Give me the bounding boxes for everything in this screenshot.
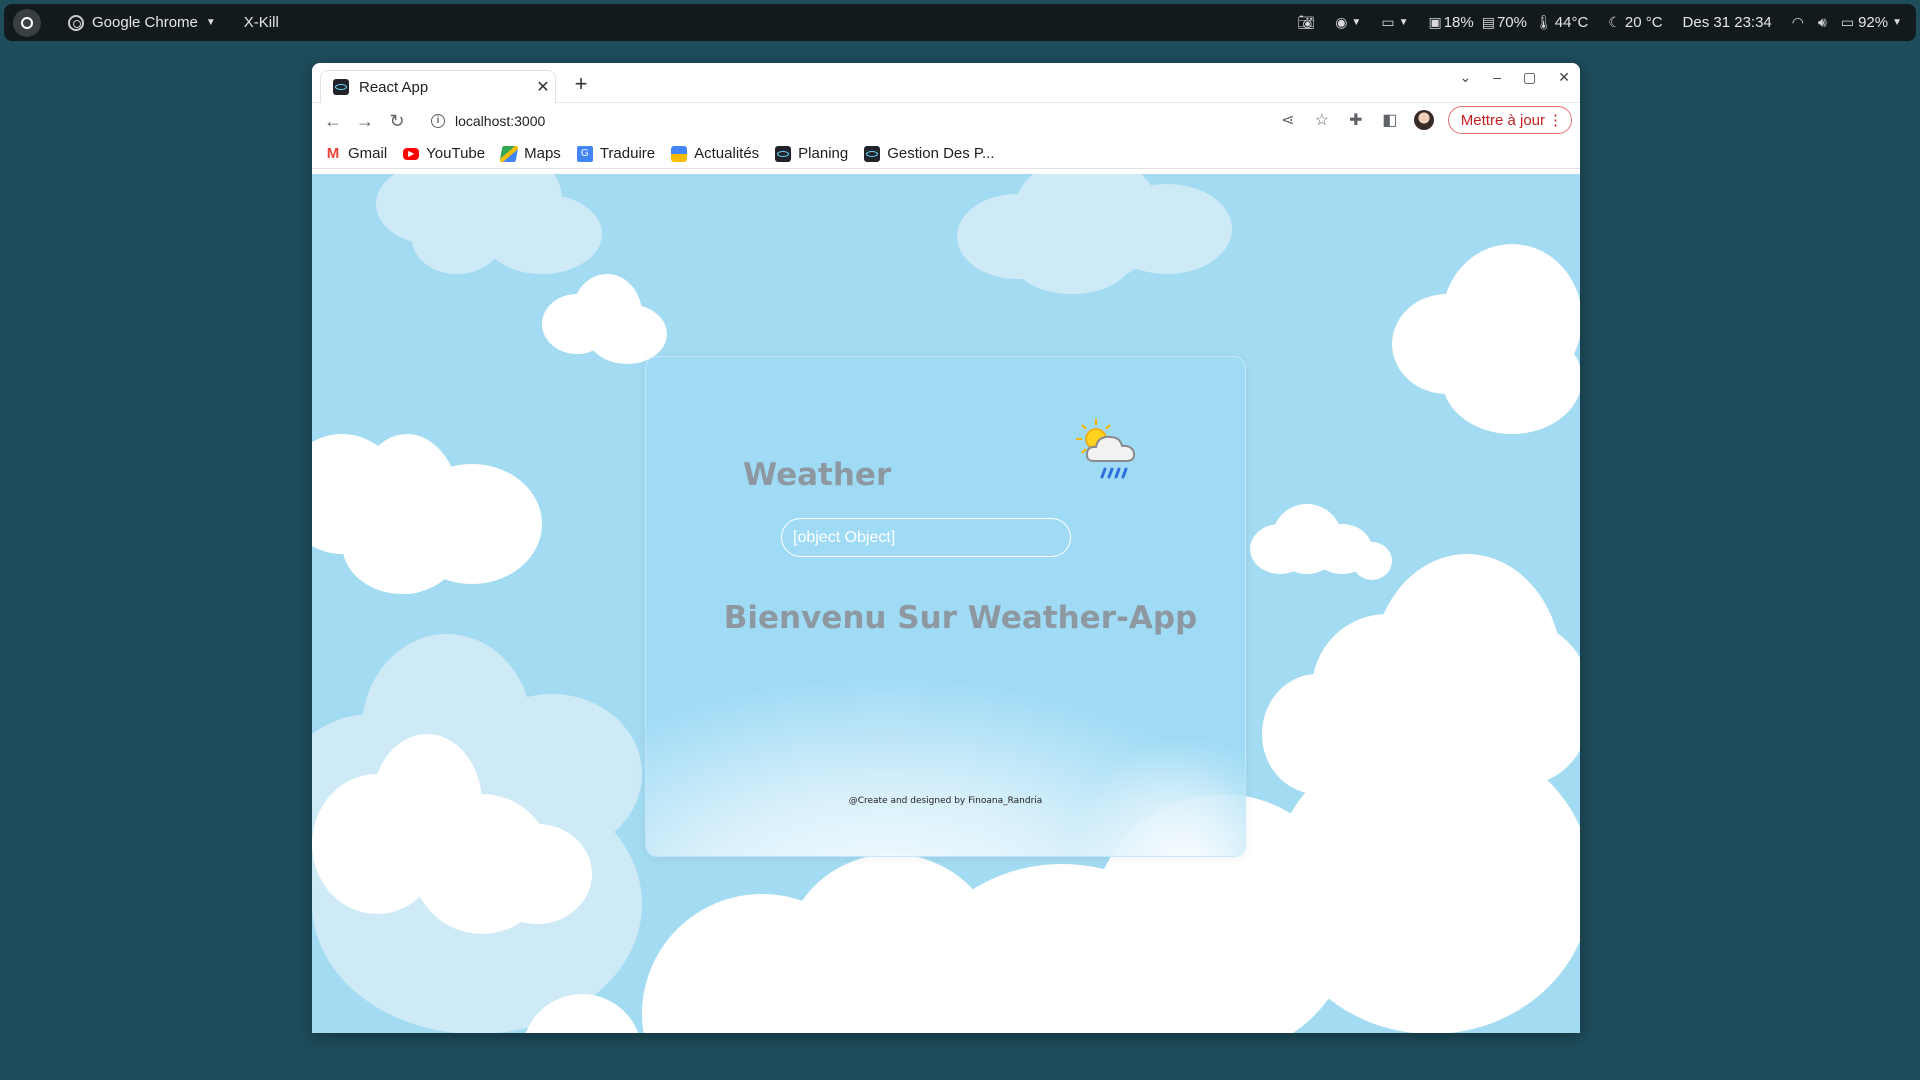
bookmark-star-icon[interactable]: ☆ xyxy=(1312,110,1332,130)
bookmark-label: Traduire xyxy=(599,145,656,162)
wifi-icon: ◠ xyxy=(1791,14,1804,30)
memory-usage: 70% xyxy=(1496,14,1527,31)
minimize-button[interactable]: – xyxy=(1493,69,1501,86)
bookmark-actualites[interactable]: Actualités xyxy=(671,145,759,162)
bookmark-gestion[interactable]: Gestion Des P... xyxy=(864,145,995,162)
maximize-button[interactable]: ▢ xyxy=(1523,69,1536,86)
react-icon xyxy=(864,145,881,162)
battery-level: 92% xyxy=(1858,14,1889,31)
volume-icon: 🔊︎ xyxy=(1818,14,1827,30)
bookmark-label: Maps xyxy=(524,145,561,162)
footer-credit: @Create and designed by Finoana_Randria xyxy=(848,796,1043,806)
chevron-down-icon: ▼ xyxy=(1351,17,1362,28)
close-window-button[interactable]: ✕ xyxy=(1558,69,1570,86)
welcome-message: Bienvenu Sur Weather-App xyxy=(723,600,1198,636)
page-title: Weather xyxy=(743,457,892,493)
close-tab-icon[interactable]: ✕ xyxy=(531,77,555,97)
gmail-icon: M xyxy=(326,144,340,162)
side-panel-icon[interactable]: ◧ xyxy=(1380,110,1400,130)
maps-icon xyxy=(499,145,519,162)
battery-icon: ▭ xyxy=(1840,14,1855,30)
clock[interactable]: Des 31 23:34 xyxy=(1683,14,1772,31)
chevron-down-icon: ▼ xyxy=(1892,17,1902,28)
weather-card: Weather Bienvenu xyxy=(645,356,1246,857)
screenshot-indicator[interactable]: 📷︎ xyxy=(1297,14,1315,31)
vpn-indicator[interactable]: ◉ ▼ xyxy=(1335,14,1361,31)
address-bar[interactable]: i localhost:3000 xyxy=(431,113,545,129)
cpu-temperature: 44°C xyxy=(1554,14,1589,31)
update-button-label: Mettre à jour xyxy=(1460,111,1545,129)
tab-search-icon[interactable]: ⌄ xyxy=(1460,69,1472,86)
clipboard-icon: ▭ xyxy=(1381,14,1395,30)
bookmark-label: Planing xyxy=(798,145,849,162)
app-name: Google Chrome xyxy=(92,14,198,31)
network-globe-icon: ◉ xyxy=(1335,14,1348,30)
status-menu[interactable]: ◠ 🔊︎ ▭ 92% ▼ xyxy=(1792,14,1902,31)
site-info-icon[interactable]: i xyxy=(431,114,445,128)
bookmark-label: Gestion Des P... xyxy=(887,145,995,162)
window-controls: ⌄ – ▢ ✕ xyxy=(1460,69,1571,86)
bookmark-youtube[interactable]: ▶ YouTube xyxy=(403,145,485,162)
chevron-down-icon: ▼ xyxy=(205,17,216,28)
chevron-down-icon: ▼ xyxy=(1398,17,1409,28)
thermometer-icon: 🌡︎ xyxy=(1535,14,1553,30)
xkill-button[interactable]: X-Kill xyxy=(244,14,279,31)
weather-temperature: 20 °C xyxy=(1624,14,1663,31)
disk-icon: ▣ xyxy=(1428,14,1442,30)
news-icon xyxy=(671,145,688,162)
tab-strip: React App ✕ + ⌄ – ▢ ✕ xyxy=(312,63,1580,103)
bookmark-gmail[interactable]: M Gmail xyxy=(325,145,387,162)
back-icon[interactable]: ← xyxy=(321,111,345,132)
weather-indicator[interactable]: ☾ 20 °C xyxy=(1608,14,1662,31)
bookmark-planing[interactable]: Planing xyxy=(775,145,848,162)
app-menu[interactable]: Google Chrome ▼ xyxy=(68,14,216,31)
browser-toolbar: ← → ↻ i localhost:3000 ⋖ ☆ ✚ ◧ Mettre à … xyxy=(312,103,1580,139)
browser-window: React App ✕ + ⌄ – ▢ ✕ ← → ↻ i localhost:… xyxy=(312,63,1580,1033)
reload-icon[interactable]: ↻ xyxy=(385,111,409,132)
page-viewport: Weather Bienvenu xyxy=(312,174,1580,1033)
profile-avatar[interactable] xyxy=(1413,110,1434,130)
disk-indicator[interactable]: ▣ 18% ▤ 70% 🌡︎ 44°C xyxy=(1428,14,1588,31)
translate-icon: G xyxy=(576,145,593,162)
clipboard-indicator[interactable]: ▭ ▼ xyxy=(1381,14,1408,31)
bookmark-label: Actualités xyxy=(694,145,760,162)
youtube-icon: ▶ xyxy=(403,147,420,160)
bookmark-maps[interactable]: Maps xyxy=(499,145,561,162)
chrome-icon xyxy=(68,14,84,31)
kebab-menu-icon[interactable]: ⋮ xyxy=(1548,111,1563,129)
forward-icon[interactable]: → xyxy=(353,111,377,132)
moon-icon: ☾ xyxy=(1608,14,1621,30)
disk-usage: 18% xyxy=(1443,14,1474,31)
react-icon xyxy=(333,79,349,95)
bookmark-label: Gmail xyxy=(348,145,388,162)
sun-cloud-rain-icon xyxy=(1076,419,1136,479)
extensions-icon[interactable]: ✚ xyxy=(1346,110,1366,130)
update-button[interactable]: Mettre à jour ⋮ xyxy=(1447,106,1572,134)
share-icon[interactable]: ⋖ xyxy=(1278,110,1298,130)
new-tab-button[interactable]: + xyxy=(569,71,593,97)
url-text: localhost:3000 xyxy=(455,113,546,129)
react-icon xyxy=(775,145,792,162)
battery-indicator: ▭ 92% ▼ xyxy=(1841,14,1902,31)
camera-icon: 📷︎ xyxy=(1297,14,1316,30)
bookmarks-bar: M Gmail ▶ YouTube Maps G Traduire Actual… xyxy=(312,139,1580,169)
tab-react-app[interactable]: React App ✕ xyxy=(320,70,556,103)
city-search-input[interactable] xyxy=(781,518,1071,557)
activities-icon xyxy=(21,16,33,29)
bookmark-label: YouTube xyxy=(426,145,486,162)
memory-icon: ▤ xyxy=(1481,14,1495,30)
system-top-bar: Google Chrome ▼ X-Kill 📷︎ ◉ ▼ ▭ ▼ ▣ 18% ▤ … xyxy=(4,4,1916,41)
activities-button[interactable] xyxy=(13,8,41,37)
bookmark-traduire[interactable]: G Traduire xyxy=(576,145,656,162)
tab-title: React App xyxy=(359,78,429,96)
